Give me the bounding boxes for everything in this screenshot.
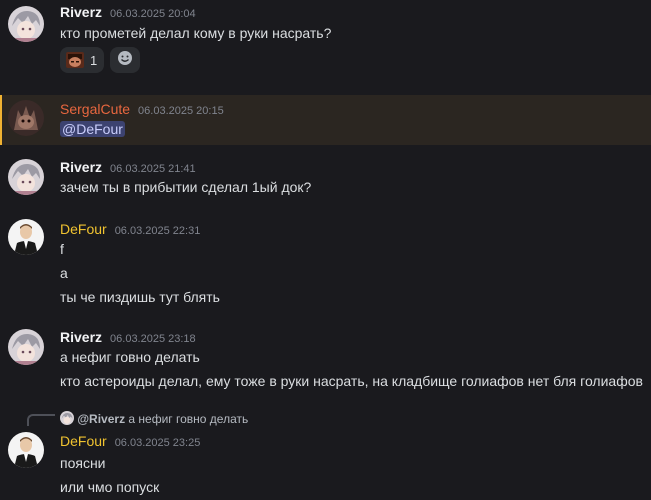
timestamp: 06.03.2025 20:04 (110, 8, 196, 20)
avatar[interactable] (8, 159, 44, 195)
message-text: или чмо попуск (60, 479, 160, 495)
add-reaction-button[interactable] (110, 47, 140, 73)
message-text: поясни (60, 455, 106, 471)
reply-connector (27, 414, 55, 426)
message-text: @DeFour (60, 121, 125, 137)
message-sergalcute: SergalCute 06.03.2025 20:15 @DeFour (0, 95, 651, 145)
timestamp: 06.03.2025 23:25 (114, 437, 201, 449)
reaction-button[interactable]: 1 (60, 47, 104, 73)
message-text: кто прометей делал кому в руки насрать? (60, 25, 332, 41)
timestamp: 06.03.2025 22:31 (114, 225, 201, 237)
message-riverz-2: Riverz 06.03.2025 21:41 зачем ты в прибыт… (0, 155, 651, 205)
avatar[interactable] (8, 6, 44, 42)
message-text: a (60, 265, 68, 281)
message-defour-2: @Riverz а нефиг говно делать DeFour 06.03… (0, 405, 651, 500)
username[interactable]: DeFour 06.03.2025 23:25 (60, 433, 200, 449)
timestamp: 06.03.2025 23:18 (110, 333, 196, 345)
emoji-face-icon (66, 52, 84, 68)
author-name[interactable]: Riverz (60, 329, 102, 345)
author-name[interactable]: DeFour (60, 433, 107, 449)
timestamp: 06.03.2025 21:41 (110, 163, 196, 175)
message-text: кто астероиды делал, ему тоже в руки нас… (60, 373, 643, 389)
username[interactable]: Riverz 06.03.2025 23:18 (60, 329, 196, 345)
username[interactable]: DeFour 06.03.2025 22:31 (60, 221, 200, 237)
author-name[interactable]: Riverz (60, 159, 102, 175)
avatar[interactable] (8, 329, 44, 365)
reaction-count: 1 (90, 52, 98, 68)
reply-avatar-icon (60, 411, 74, 425)
username[interactable]: SergalCute 06.03.2025 20:15 (60, 101, 224, 117)
author-name[interactable]: Riverz (60, 4, 102, 20)
smile-icon (117, 50, 133, 71)
message-defour-1: DeFour 06.03.2025 22:31 f a ты че пиздишь… (0, 215, 651, 310)
avatar[interactable] (8, 100, 44, 136)
username[interactable]: Riverz 06.03.2025 20:04 (60, 4, 196, 20)
username[interactable]: Riverz 06.03.2025 21:41 (60, 159, 196, 175)
message-riverz-1: Riverz 06.03.2025 20:04 кто прометей дела… (0, 0, 651, 80)
author-name[interactable]: DeFour (60, 221, 107, 237)
author-name[interactable]: SergalCute (60, 101, 130, 117)
reply-text: а нефиг говно делать (128, 412, 249, 426)
reply-reference[interactable]: @Riverz а нефиг говно делать (60, 411, 248, 426)
mention-highlight-bar (0, 95, 2, 145)
avatar[interactable] (8, 432, 44, 468)
timestamp: 06.03.2025 20:15 (138, 105, 224, 117)
message-text: зачем ты в прибытии сделал 1ый док? (60, 179, 312, 195)
message-text: а нефиг говно делать (60, 349, 200, 365)
user-mention[interactable]: @DeFour (60, 121, 125, 137)
avatar[interactable] (8, 219, 44, 255)
reply-author[interactable]: @Riverz (77, 412, 125, 426)
message-riverz-3: Riverz 06.03.2025 23:18 а нефиг говно дел… (0, 325, 651, 395)
message-text: f (60, 241, 64, 257)
message-text: ты че пиздишь тут блять (60, 289, 220, 305)
